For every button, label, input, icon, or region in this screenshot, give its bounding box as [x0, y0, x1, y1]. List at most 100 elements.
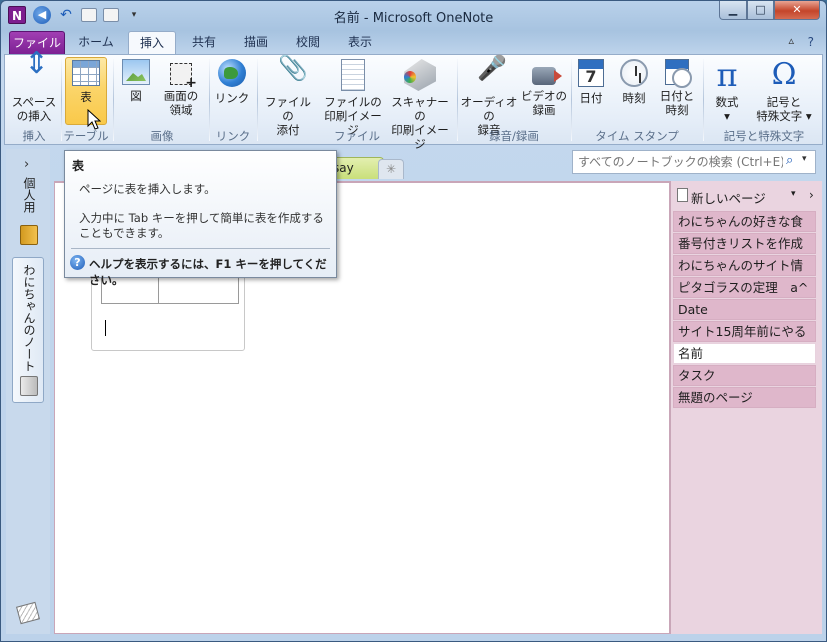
tooltip-title: 表: [72, 159, 85, 173]
date-time-label-1: 日付と: [659, 89, 695, 103]
help-icon[interactable]: ?: [808, 35, 814, 49]
title-bar: N ◀ ↶ ▾ 名前 - Microsoft OneNote ▁ □ ✕: [1, 1, 826, 29]
insert-space-icon: [18, 57, 50, 91]
mouse-pointer-icon: [87, 109, 101, 130]
minimize-ribbon-button[interactable]: ▵: [788, 34, 794, 47]
screen-clipping-label-1: 画面の: [163, 89, 199, 103]
page-tab[interactable]: サイト15周年前にやる: [673, 321, 816, 342]
date-button[interactable]: 日付: [573, 57, 609, 105]
picture-button[interactable]: 図: [117, 57, 155, 103]
page-tab[interactable]: 無題のページ: [673, 387, 816, 408]
page-tab[interactable]: 番号付きリストを作成: [673, 233, 816, 254]
page-tab-active[interactable]: 名前: [673, 343, 816, 364]
picture-label: 図: [130, 89, 142, 103]
tooltip-description: ページに表を挿入します。: [79, 182, 216, 196]
text-cursor: [105, 320, 106, 336]
group-label-file: ファイル: [334, 129, 380, 143]
record-audio-button[interactable]: オーディオの 録音: [459, 57, 519, 137]
file-printout-button[interactable]: ファイルの 印刷イメージ: [319, 57, 387, 137]
notebook-pane: › 個人用 わにちゃんのノート: [6, 149, 50, 634]
onenote-window: N ◀ ↶ ▾ 名前 - Microsoft OneNote ▁ □ ✕ ファイ…: [0, 0, 827, 642]
notebook-icon: [20, 376, 38, 396]
tab-view[interactable]: 表示: [337, 31, 383, 55]
page-tab[interactable]: わにちゃんの好きな食: [673, 211, 816, 232]
equation-label: 数式: [715, 95, 739, 109]
table-label: 表: [80, 90, 92, 104]
table-icon: [72, 60, 100, 86]
link-button[interactable]: リンク: [212, 57, 252, 105]
new-section-tab[interactable]: ✳: [378, 159, 404, 179]
help-icon: ?: [70, 255, 85, 270]
new-page-icon: [677, 188, 688, 202]
omega-symbol-icon: Ω: [771, 57, 797, 92]
attach-file-icon: [272, 59, 308, 91]
scanner-printout-icon: [404, 59, 436, 91]
attach-file-button[interactable]: ファイルの 添付: [260, 57, 316, 137]
date-time-label-2: 時刻: [665, 103, 689, 117]
tooltip-help-text: ヘルプを表示するには、F1 キーを押してください。: [89, 257, 327, 287]
calendar-icon: [578, 59, 604, 87]
record-audio-label-1: オーディオの: [460, 95, 518, 123]
group-label-images: 画像: [150, 129, 174, 143]
tab-share[interactable]: 共有: [181, 31, 227, 55]
ribbon-separator: [113, 59, 114, 141]
video-camera-icon: [532, 67, 562, 85]
date-time-icon: [665, 59, 692, 88]
page-tab[interactable]: ピタゴラスの定理 a^: [673, 277, 816, 298]
minimize-button[interactable]: ▁: [719, 1, 747, 20]
close-button[interactable]: ✕: [774, 1, 820, 20]
link-globe-icon: [218, 59, 246, 87]
insert-space-button[interactable]: スペース の挿入: [9, 57, 59, 123]
group-label-link: リンク: [215, 129, 251, 143]
file-printout-icon: [341, 59, 365, 91]
page-tab[interactable]: Date: [673, 299, 816, 320]
clock-icon: [620, 59, 648, 87]
time-label: 時刻: [622, 91, 646, 105]
table-tooltip: 表 ページに表を挿入します。 入力中に Tab キーを押して簡単に表を作成するこ…: [64, 150, 337, 287]
time-button[interactable]: 時刻: [615, 57, 653, 105]
ribbon-separator: [703, 59, 704, 141]
page-tab[interactable]: タスク: [673, 365, 816, 386]
insert-space-label-1: スペース: [11, 95, 57, 109]
page-tabs-pane: 新しいページ ▾ › わにちゃんの好きな食 番号付きリストを作成 わにちゃんのサ…: [670, 181, 822, 634]
tab-insert[interactable]: 挿入: [128, 31, 176, 56]
record-video-button[interactable]: ビデオの 録画: [519, 57, 569, 117]
search-input[interactable]: [573, 151, 783, 173]
screen-clipping-label-2: 領域: [169, 103, 193, 117]
expand-navigation-button[interactable]: ›: [24, 157, 29, 172]
link-label: リンク: [214, 91, 250, 105]
search-scope-dropdown[interactable]: ▾: [802, 154, 807, 164]
notebook-personal-label: 個人用: [22, 177, 36, 213]
screen-clipping-button[interactable]: 画面の 領域: [157, 57, 205, 117]
new-page-label: 新しいページ: [691, 191, 766, 206]
symbol-button[interactable]: Ω 記号と 特殊文字 ▾: [749, 57, 819, 124]
unfiled-notes-icon[interactable]: [16, 601, 40, 625]
group-label-table: テーブル: [63, 129, 109, 143]
tab-home[interactable]: ホーム: [67, 31, 125, 55]
new-page-button[interactable]: 新しいページ ▾ ›: [675, 185, 819, 207]
tab-draw[interactable]: 描画: [233, 31, 279, 55]
symbol-label-1: 記号と: [766, 95, 802, 109]
insert-space-label-2: の挿入: [16, 109, 52, 123]
group-label-insert: 挿入: [22, 129, 46, 143]
picture-icon: [122, 59, 150, 85]
page-tab[interactable]: わにちゃんのサイト情: [673, 255, 816, 276]
notebook-wani[interactable]: わにちゃんのノート: [12, 257, 44, 403]
notebook-wani-label: わにちゃんのノート: [22, 264, 36, 372]
attach-file-label-1: ファイルの: [265, 95, 311, 123]
equation-button[interactable]: π 数式 ▾: [707, 57, 747, 123]
date-time-button[interactable]: 日付と 時刻: [655, 57, 699, 117]
search-icon[interactable]: ⌕: [786, 153, 793, 168]
maximize-button[interactable]: □: [747, 1, 774, 20]
tab-review[interactable]: 校閲: [285, 31, 331, 55]
tooltip-divider: [71, 248, 330, 249]
new-page-dropdown[interactable]: ▾: [791, 189, 796, 199]
ribbon-tabs: ファイル ホーム 挿入 共有 描画 校閲 表示: [1, 31, 826, 56]
expand-pages-button[interactable]: ›: [809, 188, 814, 202]
screen-clipping-icon: [170, 63, 197, 90]
symbol-label-2: 特殊文字 ▾: [756, 109, 812, 123]
record-video-label-2: 録画: [532, 103, 556, 117]
group-label-symbols: 記号と特殊文字: [723, 129, 805, 143]
record-video-label-1: ビデオの: [521, 89, 567, 103]
pi-equation-icon: π: [716, 56, 738, 94]
